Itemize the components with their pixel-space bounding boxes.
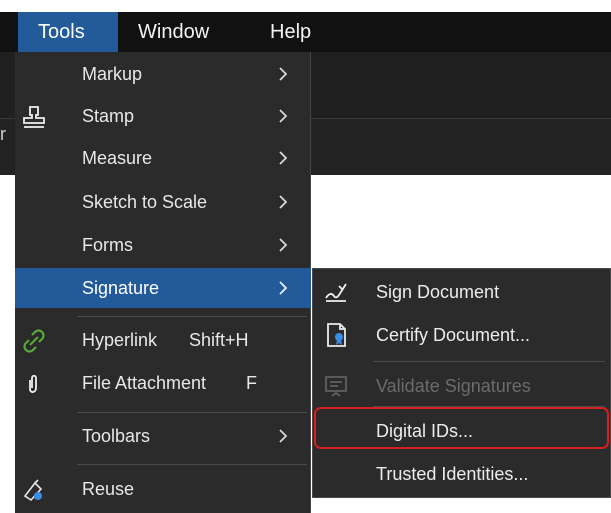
reuse-icon [23,479,43,502]
menu-item-label: Sketch to Scale [82,192,208,212]
tools-menu-item-forms[interactable]: Forms [15,225,311,265]
app-window: Tools Window Help r Markup Stamp Measure [0,0,611,513]
menu-item-label: Signature [82,278,160,298]
menu-tools[interactable]: Tools [18,12,118,52]
tools-menu-item-markup[interactable]: Markup [15,54,311,94]
tools-menu-item-file-attachment[interactable]: File Attachment F [15,363,311,403]
menu-help[interactable]: Help [250,12,330,52]
chevron-right-icon [279,109,288,123]
validate-signatures-icon [325,376,347,397]
menu-item-shortcut: Shift+H [189,330,249,350]
tools-menu-item-measure[interactable]: Measure [15,138,311,178]
tools-menu-item-sketch-to-scale[interactable]: Sketch to Scale [15,182,311,222]
menu-bar: Tools Window Help [0,12,611,52]
tools-menu-item-stamp[interactable]: Stamp [15,96,311,136]
tools-menu-item-toolbars[interactable]: Toolbars [15,416,311,456]
menu-window[interactable]: Window [118,12,240,52]
menu-separator [77,464,307,465]
menu-separator [77,412,307,413]
chevron-right-icon [279,238,288,252]
sign-document-icon [325,283,347,302]
submenu-item-label: Certify Document... [376,325,531,345]
menu-item-label: Measure [82,148,153,168]
chevron-right-icon [279,429,288,443]
signature-submenu-item-trusted-identities[interactable]: Trusted Identities... [313,452,610,496]
chevron-right-icon [279,195,288,209]
menu-item-label: Toolbars [82,426,151,446]
tools-menu-item-signature[interactable]: Signature [15,268,311,308]
submenu-item-label: Validate Signatures [376,376,531,396]
truncated-toolbar-text: r [0,124,6,144]
signature-submenu-item-sign-document[interactable]: Sign Document [313,270,610,314]
menu-item-label: Forms [82,235,133,255]
menu-separator [77,316,307,317]
stamp-icon [23,106,45,128]
chevron-right-icon [279,151,288,165]
submenu-item-label: Sign Document [376,282,500,302]
signature-submenu-item-certify-document[interactable]: Certify Document... [313,313,610,357]
chevron-right-icon [279,67,288,81]
paperclip-icon [29,374,37,393]
signature-submenu: Sign Document Certify Document... Valida… [312,268,611,498]
submenu-separator [373,406,605,407]
certify-document-icon [327,323,346,347]
menu-item-label: Markup [82,64,143,84]
tools-menu-item-hyperlink[interactable]: Hyperlink Shift+H [15,320,311,360]
submenu-item-label: Digital IDs... [376,421,474,441]
submenu-item-label: Trusted Identities... [376,464,529,484]
signature-submenu-item-digital-ids[interactable]: Digital IDs... [313,409,610,453]
menu-item-label: Stamp [82,106,135,126]
chevron-right-icon [279,281,288,295]
tools-menu-item-reuse[interactable]: Reuse [15,469,311,509]
menu-item-shortcut: F [246,373,257,393]
signature-submenu-item-validate-signatures: Validate Signatures [313,364,610,408]
link-icon [23,329,45,353]
tools-dropdown-menu: Markup Stamp Measure Sketch to Scale For… [15,52,311,513]
menu-item-label: File Attachment [82,373,207,393]
menu-item-label: Reuse [82,479,135,499]
menu-item-label: Hyperlink [82,330,158,350]
submenu-separator [373,361,605,362]
